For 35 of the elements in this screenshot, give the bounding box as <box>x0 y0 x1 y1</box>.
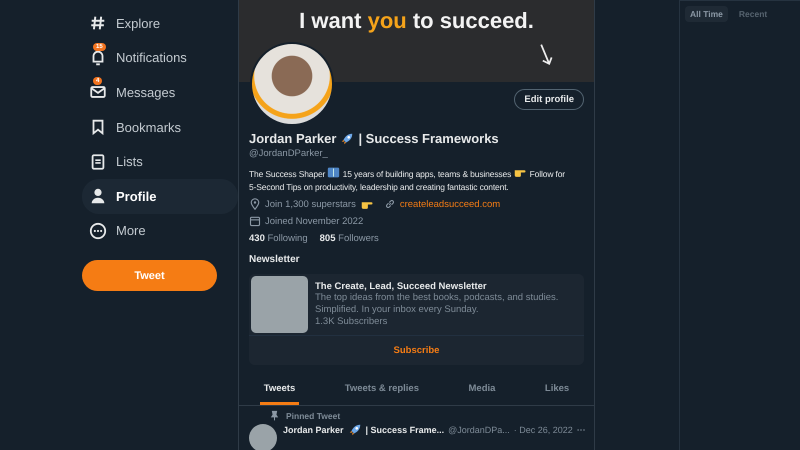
bio-text: The Success Shaper <box>249 169 326 179</box>
newsletter-heading: Newsletter <box>249 254 301 265</box>
profile-name: Jordan Parker <box>249 131 336 146</box>
profile-name-suffix: | Success Frameworks <box>358 131 499 146</box>
nav-item[interactable]: Explore <box>82 6 238 41</box>
followers-count[interactable]: 805 Followers <box>320 233 379 244</box>
author-name-suffix: | Success Frame... <box>366 425 444 435</box>
bio-text: 5-Second Tips on productivity, leadership and creating fantastic content. <box>249 182 509 192</box>
newsletter-description: The top ideas from the best books, podcasts, and studies. Simplified. In your inbox every Sunday. <box>315 292 560 316</box>
profile-tab[interactable]: Likes <box>540 377 574 405</box>
nav-item[interactable]: Bookmarks <box>82 110 238 144</box>
nav-item[interactable]: More <box>82 214 238 248</box>
bio-text: 15 years of building apps, teams & businesses <box>342 169 512 179</box>
website-link[interactable]: createleadsucceed.com <box>400 198 500 210</box>
author-name: Jordan Parker <box>283 425 344 435</box>
tweet-date: · Dec 26, 2022 <box>514 425 573 435</box>
filter-tab[interactable]: All Time <box>685 6 728 22</box>
banner-text: I want you to succeed. <box>299 8 534 35</box>
profile-tab[interactable]: Tweets & replies <box>340 377 424 405</box>
pinned-label: Pinned Tweet <box>286 410 340 420</box>
joined-date: Joined November 2022 <box>265 216 364 226</box>
location-text: Join 1,300 superstars <box>265 198 356 210</box>
newsletter-title: The Create, Lead, Succeed Newsletter <box>315 281 488 292</box>
nav-item[interactable]: Lists <box>82 144 238 179</box>
subscribe-button[interactable]: Subscribe <box>249 335 584 365</box>
more-button[interactable]: ··· <box>576 425 586 435</box>
following-count[interactable]: 430 Following <box>249 233 308 244</box>
profile-handle: @JordanDParker_ <box>249 148 329 159</box>
subscriber-count: 1.3K Subscribers <box>315 316 388 328</box>
profile-tab[interactable]: Tweets <box>260 377 300 405</box>
edit-profile-button[interactable]: Edit profile <box>514 89 584 110</box>
bio-text: Follow for <box>530 169 565 179</box>
profile-tab[interactable]: Media <box>464 377 500 405</box>
nav-item[interactable]: Profile <box>82 178 238 214</box>
author-handle: @JordanDPa... <box>448 425 510 435</box>
